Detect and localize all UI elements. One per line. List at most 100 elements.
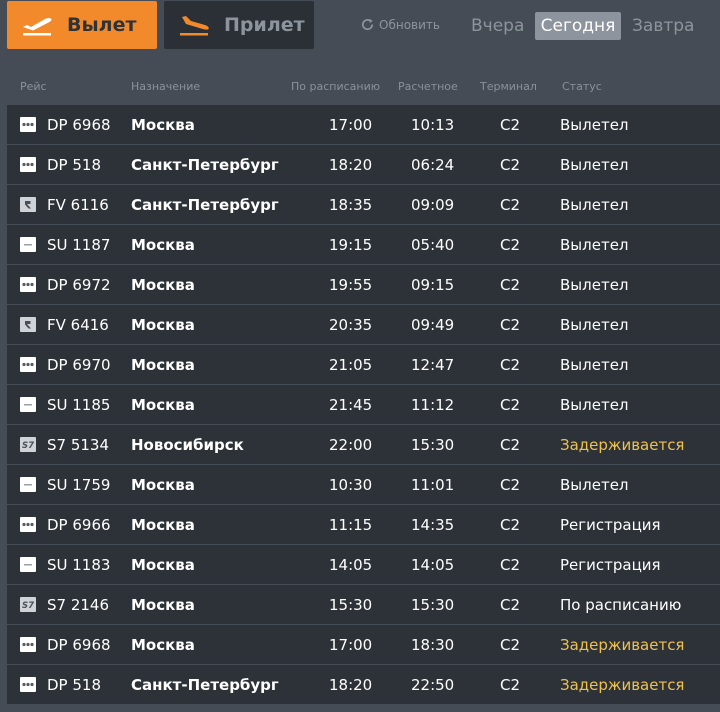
status: Задерживается	[560, 676, 685, 694]
flight-number: DP 518	[47, 156, 101, 174]
destination: Москва	[131, 396, 195, 414]
destination: Москва	[131, 516, 195, 534]
tab-departures[interactable]: Вылет	[7, 1, 157, 49]
refresh-button[interactable]: Обновить	[360, 17, 440, 32]
destination: Москва	[131, 476, 195, 494]
dots-logo-icon	[20, 637, 36, 652]
destination: Санкт-Петербург	[131, 676, 279, 694]
flight-number: DP 518	[47, 676, 101, 694]
day-today[interactable]: Сегодня	[535, 12, 621, 40]
day-tomorrow[interactable]: Завтра	[632, 12, 694, 40]
destination: Москва	[131, 316, 195, 334]
status: Вылетел	[560, 156, 629, 174]
svg-text:S7: S7	[22, 601, 34, 611]
dash-logo-icon	[20, 397, 36, 412]
tab-departures-label: Вылет	[67, 14, 137, 36]
dots-logo-icon	[20, 117, 36, 132]
estimated-time: 15:30	[411, 436, 455, 454]
flight-number: S7 2146	[47, 596, 110, 614]
tab-arrivals-label: Прилет	[224, 14, 305, 36]
scheduled-time: 18:20	[329, 156, 373, 174]
flight-number: S7 5134	[47, 436, 110, 454]
tab-arrivals[interactable]: Прилет	[164, 1, 314, 49]
r-logo-icon	[20, 197, 36, 212]
destination: Санкт-Петербург	[131, 156, 279, 174]
terminal: C2	[500, 516, 521, 534]
status: Задерживается	[560, 436, 685, 454]
status: Вылетел	[560, 116, 629, 134]
dots-logo-icon	[20, 157, 36, 172]
estimated-time: 11:12	[411, 396, 455, 414]
destination: Москва	[131, 116, 195, 134]
flights-table: DP 6968 Москва 17:00 10:13 C2 Вылетел DP 518 Са…	[7, 105, 720, 705]
estimated-time: 09:15	[411, 276, 455, 294]
table-row[interactable]: FV 6116 Санкт-Петербург 18:35 09:09 C2 Вылете…	[7, 185, 720, 224]
dots-logo-icon	[20, 277, 36, 292]
scheduled-time: 17:00	[329, 116, 373, 134]
table-row[interactable]: DP 6972 Москва 19:55 09:15 C2 Вылетел	[7, 265, 720, 304]
terminal: C2	[500, 156, 521, 174]
terminal: C2	[500, 116, 521, 134]
table-row[interactable]: DP 518 Санкт-Петербург 18:20 22:50 C2 Задержи…	[7, 665, 720, 704]
dots-logo-icon	[20, 357, 36, 372]
flight-number: SU 1183	[47, 556, 111, 574]
day-yesterday[interactable]: Вчера	[471, 12, 524, 40]
header-scheduled: По расписанию	[291, 80, 380, 93]
s7-logo-icon: S7	[20, 597, 36, 612]
terminal: C2	[500, 556, 521, 574]
header-destination: Назначение	[131, 80, 201, 93]
table-row[interactable]: DP 6966 Москва 11:15 14:35 C2 Регистрация	[7, 505, 720, 544]
terminal: C2	[500, 436, 521, 454]
scheduled-time: 14:05	[329, 556, 373, 574]
scheduled-time: 18:35	[329, 196, 373, 214]
table-row[interactable]: DP 6970 Москва 21:05 12:47 C2 Вылетел	[7, 345, 720, 384]
status: Вылетел	[560, 236, 629, 254]
flight-number: FV 6116	[47, 196, 109, 214]
status: По расписанию	[560, 596, 682, 614]
status: Вылетел	[560, 276, 629, 294]
table-row[interactable]: DP 6968 Москва 17:00 18:30 C2 Задерживается	[7, 625, 720, 664]
terminal: C2	[500, 676, 521, 694]
table-row[interactable]: DP 518 Санкт-Петербург 18:20 06:24 C2 Вылетел	[7, 145, 720, 184]
scheduled-time: 18:20	[329, 676, 373, 694]
scheduled-time: 15:30	[329, 596, 373, 614]
estimated-time: 11:01	[411, 476, 455, 494]
scheduled-time: 19:15	[329, 236, 373, 254]
estimated-time: 05:40	[411, 236, 455, 254]
status: Вылетел	[560, 476, 629, 494]
top-bar: Вылет Прилет Обновить Вчера Сегодня Завт…	[0, 0, 720, 60]
terminal: C2	[500, 276, 521, 294]
destination: Москва	[131, 596, 195, 614]
destination: Новосибирск	[131, 436, 244, 454]
scheduled-time: 21:05	[329, 356, 373, 374]
flight-number: DP 6968	[47, 116, 111, 134]
dash-logo-icon	[20, 477, 36, 492]
table-row[interactable]: S7 S7 5134 Новосибирск 22:00 15:30 C2 Задержив…	[7, 425, 720, 464]
table-row[interactable]: S7 S7 2146 Москва 15:30 15:30 C2 По расписанию	[7, 585, 720, 624]
estimated-time: 10:13	[411, 116, 455, 134]
table-row[interactable]: SU 1185 Москва 21:45 11:12 C2 Вылетел	[7, 385, 720, 424]
flight-number: SU 1185	[47, 396, 111, 414]
terminal: C2	[500, 396, 521, 414]
dash-logo-icon	[20, 237, 36, 252]
terminal: C2	[500, 636, 521, 654]
header-estimated: Расчетное	[398, 80, 458, 93]
estimated-time: 12:47	[411, 356, 455, 374]
table-row[interactable]: FV 6416 Москва 20:35 09:49 C2 Вылетел	[7, 305, 720, 344]
dash-logo-icon	[20, 557, 36, 572]
flight-number: SU 1759	[47, 476, 111, 494]
destination: Москва	[131, 236, 195, 254]
status: Регистрация	[560, 516, 661, 534]
destination: Москва	[131, 356, 195, 374]
table-row[interactable]: SU 1759 Москва 10:30 11:01 C2 Вылетел	[7, 465, 720, 504]
header-status: Статус	[562, 80, 602, 93]
scheduled-time: 10:30	[329, 476, 373, 494]
estimated-time: 15:30	[411, 596, 455, 614]
table-row[interactable]: DP 6968 Москва 17:00 10:13 C2 Вылетел	[7, 105, 720, 144]
table-row[interactable]: SU 1183 Москва 14:05 14:05 C2 Регистрация	[7, 545, 720, 584]
flight-number: DP 6972	[47, 276, 111, 294]
estimated-time: 22:50	[411, 676, 455, 694]
refresh-icon	[362, 18, 374, 31]
table-row[interactable]: SU 1187 Москва 19:15 05:40 C2 Вылетел	[7, 225, 720, 264]
svg-text:S7: S7	[22, 441, 34, 451]
